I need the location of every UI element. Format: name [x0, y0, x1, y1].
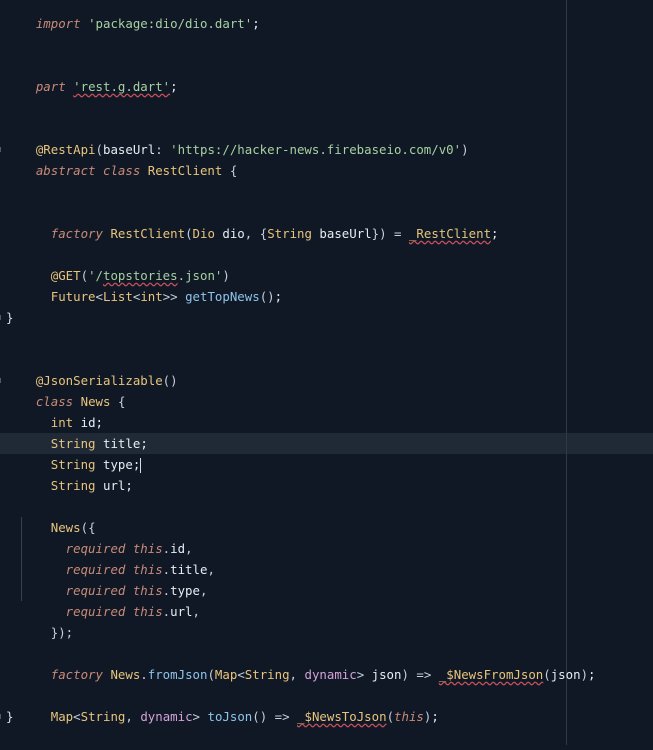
fold-marker[interactable] [0, 714, 4, 719]
code-line[interactable]: Future<List<int>> getTopNews(); [6, 265, 282, 304]
code-line[interactable]: abstract class RestClient { [6, 139, 237, 178]
text-cursor [140, 458, 142, 473]
code-line[interactable]: Map<String, dynamic> toJson() => _$NewsT… [6, 685, 439, 724]
code-line[interactable]: String title; [6, 412, 148, 451]
code-line[interactable]: required this.title, [6, 538, 215, 577]
code-editor[interactable]: import 'package:dio/dio.dart'; part 'res… [0, 0, 653, 750]
code-line[interactable]: } [6, 307, 13, 328]
code-line[interactable]: class News { [6, 370, 126, 409]
code-line[interactable]: required this.url, [6, 580, 200, 619]
code-line[interactable]: required this.type, [6, 559, 208, 598]
fold-marker[interactable] [0, 147, 4, 152]
code-line[interactable]: @JsonSerializable() [6, 349, 178, 388]
code-line[interactable]: @GET('/topstories.json') [6, 244, 230, 283]
code-line[interactable]: import 'package:dio/dio.dart'; [6, 0, 260, 31]
code-line[interactable]: required this.id, [6, 517, 193, 556]
column-ruler [566, 0, 567, 745]
status-bar-peek[interactable] [0, 746, 653, 750]
code-line[interactable]: News({ [6, 496, 96, 535]
code-line[interactable]: }); [6, 601, 73, 640]
code-line[interactable]: } [6, 706, 13, 727]
code-line[interactable]: part 'rest.g.dart'; [6, 55, 178, 94]
code-line[interactable]: factory News.fromJson(Map<String, dynami… [6, 643, 596, 682]
code-line[interactable]: int id; [6, 391, 103, 430]
code-line[interactable]: factory RestClient(Dio dio, {String base… [6, 202, 499, 241]
code-line-current[interactable]: String type; [6, 433, 142, 473]
code-line[interactable]: String url; [6, 454, 133, 493]
fold-marker[interactable] [0, 378, 4, 383]
code-line[interactable]: @RestApi(baseUrl: 'https://hacker-news.f… [6, 118, 469, 157]
fold-marker[interactable] [0, 315, 4, 320]
